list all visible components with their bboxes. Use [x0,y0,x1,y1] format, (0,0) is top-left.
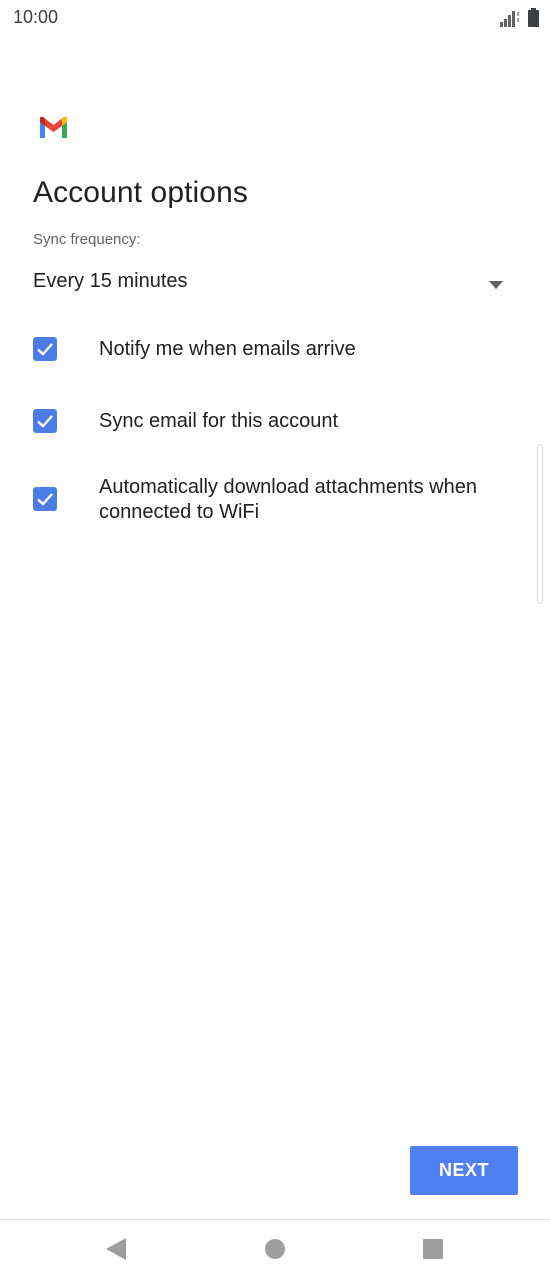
status-bar: 10:00 [0,0,550,36]
page-title: Account options [33,176,248,209]
back-icon [106,1238,126,1265]
recents-button[interactable] [403,1220,463,1283]
sync-frequency-dropdown[interactable]: Every 15 minutes [33,262,513,302]
option-download-attachments[interactable]: Automatically download attachments when … [33,475,523,527]
scrollbar[interactable] [537,444,543,604]
status-icons [500,8,539,27]
sync-frequency-label: Sync frequency: [33,231,141,248]
option-sync-email[interactable]: Sync email for this account [33,408,523,436]
sync-email-checkbox[interactable] [33,409,57,433]
signal-icon [500,9,520,27]
download-attachments-label: Automatically download attachments when … [99,476,477,523]
navigation-bar [0,1220,550,1283]
notify-checkbox[interactable] [33,337,57,361]
recents-icon [423,1239,443,1264]
back-button[interactable] [86,1220,146,1283]
next-button[interactable]: NEXT [410,1146,518,1195]
option-notify-emails[interactable]: Notify me when emails arrive [33,336,523,364]
sync-frequency-value: Every 15 minutes [33,270,188,292]
notify-label: Notify me when emails arrive [99,338,356,360]
home-icon [265,1239,285,1264]
battery-icon [528,8,539,27]
download-attachments-checkbox[interactable] [33,487,57,511]
dropdown-arrow-icon [489,276,503,294]
sync-email-label: Sync email for this account [99,410,338,432]
home-button[interactable] [245,1220,305,1283]
status-time: 10:00 [13,7,59,27]
gmail-logo [38,116,69,140]
